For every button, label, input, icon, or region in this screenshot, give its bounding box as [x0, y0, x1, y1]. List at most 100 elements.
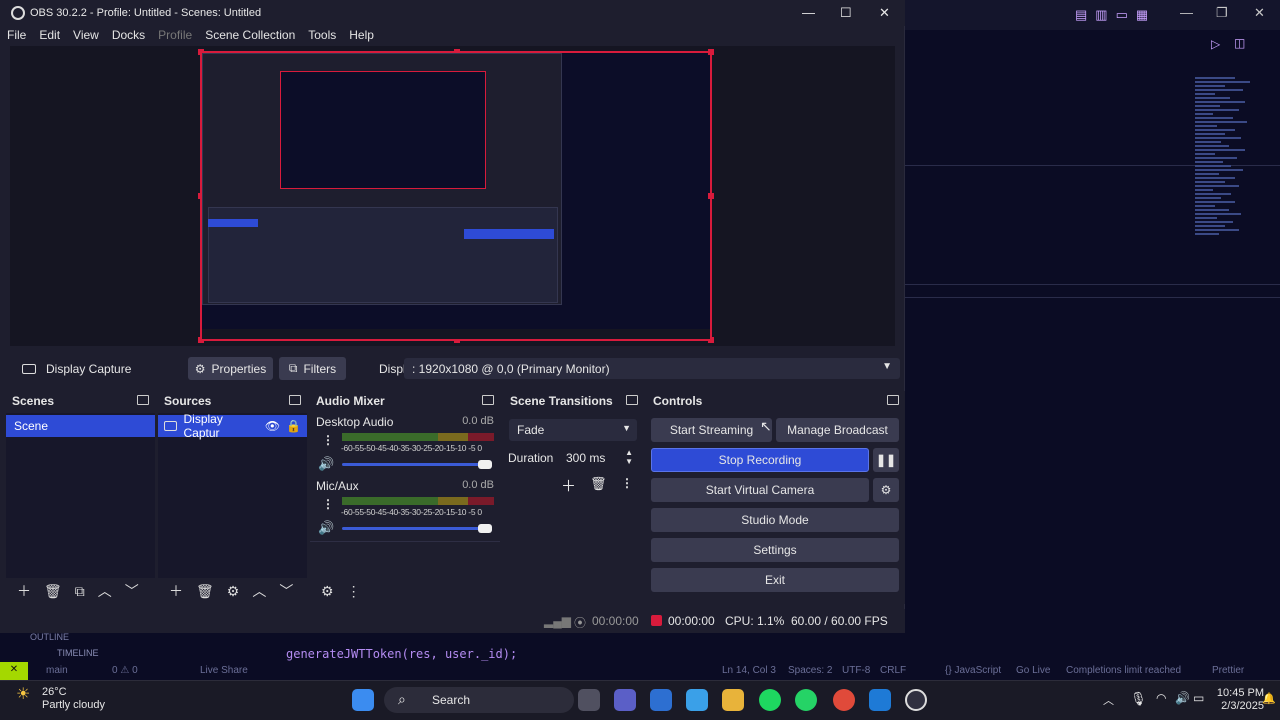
chevron-up-icon[interactable]: ︿ — [252, 581, 266, 601]
chrome-icon[interactable] — [833, 689, 855, 711]
minimize-icon[interactable]: — — [802, 5, 815, 20]
volume-knob[interactable] — [478, 460, 492, 469]
microphone-icon[interactable]: 🎙 — [1130, 691, 1147, 707]
gear-icon[interactable]: ⚙ — [873, 478, 899, 502]
stop-recording-button[interactable]: Stop Recording — [651, 448, 869, 472]
volume-knob[interactable] — [478, 524, 492, 533]
teams-icon[interactable] — [614, 689, 636, 711]
outline-section[interactable]: OUTLINE — [30, 632, 69, 642]
settings-button[interactable]: Settings — [651, 538, 899, 562]
layout-icon[interactable]: ▤ — [1075, 7, 1087, 23]
undock-icon[interactable] — [482, 395, 494, 405]
code-line[interactable]: generateJWTToken(res, user._id); — [286, 647, 517, 661]
cursor-position[interactable]: Ln 14, Col 3 — [722, 665, 776, 676]
undock-icon[interactable] — [289, 395, 301, 405]
add-icon[interactable]: ＋ — [561, 475, 576, 496]
exit-button[interactable]: Exit — [651, 568, 899, 592]
split-editor-icon[interactable]: ◫ — [1234, 36, 1245, 50]
panel-icon[interactable]: ▭ — [1116, 7, 1128, 23]
pause-icon[interactable]: ❚❚ — [873, 448, 899, 472]
menu-view[interactable]: View — [67, 26, 105, 44]
chevron-up-icon[interactable]: ︿ — [1103, 692, 1114, 708]
line-ending[interactable]: CRLF — [880, 665, 906, 676]
filter-icon[interactable]: ⧉ — [75, 583, 85, 600]
start-streaming-button[interactable]: Start Streaming — [651, 418, 772, 442]
branch-label[interactable]: main — [46, 665, 68, 676]
more-icon[interactable]: ⋮ — [322, 497, 334, 511]
notification-icon[interactable]: 🔔 — [1262, 692, 1276, 705]
maximize-icon[interactable]: ☐ — [840, 5, 852, 21]
stepper-icon[interactable]: ▲ ▼ — [625, 448, 633, 466]
trash-icon[interactable]: 🗑 — [44, 583, 62, 600]
editor-maximize-icon[interactable]: ❐ — [1216, 5, 1228, 21]
close-icon[interactable]: ✕ — [879, 5, 890, 21]
menu-profile[interactable]: Profile — [152, 26, 198, 44]
more-icon[interactable]: ⋮ — [347, 583, 361, 600]
duration-input[interactable]: 300 ms ▲ ▼ — [560, 447, 637, 469]
volume-slider[interactable] — [342, 463, 488, 466]
volume-slider[interactable] — [342, 527, 488, 530]
timeline-section[interactable]: TIMELINE — [57, 648, 99, 658]
sidebar-icon[interactable]: ▥ — [1095, 7, 1107, 23]
editor-minimize-icon[interactable]: — — [1180, 5, 1193, 20]
volume-icon[interactable]: 🔊 — [1175, 691, 1190, 705]
add-icon[interactable]: ＋ — [169, 581, 183, 601]
lock-icon[interactable]: 🔒 — [286, 419, 301, 433]
more-icon[interactable]: ⋮ — [621, 476, 633, 490]
copilot-icon[interactable] — [686, 689, 708, 711]
gear-icon[interactable]: ⚙ — [227, 583, 240, 600]
scene-item[interactable]: Scene — [6, 415, 155, 437]
search-box[interactable]: ⌕ Search — [384, 687, 574, 713]
task-view-icon[interactable] — [578, 689, 600, 711]
menu-help[interactable]: Help — [343, 26, 380, 44]
manage-broadcast-button[interactable]: Manage Broadcast — [776, 418, 899, 442]
completions-status[interactable]: Completions limit reached — [1066, 665, 1181, 676]
chevron-up-icon[interactable]: ︿ — [98, 581, 112, 601]
properties-button[interactable]: ⚙ Properties — [188, 357, 273, 380]
encoding[interactable]: UTF-8 — [842, 665, 870, 676]
studio-mode-button[interactable]: Studio Mode — [651, 508, 899, 532]
remote-icon[interactable]: ✕ — [0, 662, 28, 680]
language-mode[interactable]: {} JavaScript — [945, 665, 1001, 676]
weather-widget[interactable]: ☀ 26°C Partly cloudy — [14, 686, 105, 712]
trash-icon[interactable]: 🗑 — [196, 583, 214, 600]
start-icon[interactable] — [352, 689, 374, 711]
prettier-status[interactable]: Prettier — [1212, 665, 1244, 676]
obs-taskbar-icon[interactable] — [905, 689, 927, 711]
source-item[interactable]: Display Captur 👁 🔒 — [158, 412, 307, 440]
vscode-icon[interactable] — [869, 689, 891, 711]
eye-icon[interactable]: 👁 — [265, 419, 280, 433]
editor-layout-icons[interactable]: ▤ ▥ ▭ ▦ — [1075, 7, 1148, 23]
add-icon[interactable]: ＋ — [17, 581, 31, 601]
clock[interactable]: 10:45 PM 2/3/2025 — [1208, 687, 1264, 713]
advanced-audio-icon[interactable]: ⚙ — [321, 583, 334, 600]
undock-icon[interactable] — [626, 395, 638, 405]
menu-docks[interactable]: Docks — [106, 26, 151, 44]
menu-tools[interactable]: Tools — [302, 26, 342, 44]
trash-icon[interactable]: 🗑 — [590, 476, 607, 492]
whatsapp-icon[interactable] — [795, 689, 817, 711]
transition-select[interactable]: Fade ▼ — [509, 419, 637, 441]
chevron-down-icon[interactable]: ﹀ — [279, 581, 293, 601]
speaker-icon[interactable]: 🔊 — [318, 520, 334, 536]
menu-file[interactable]: File — [1, 26, 32, 44]
minimap[interactable] — [1195, 75, 1255, 345]
resize-handle[interactable] — [708, 193, 714, 199]
speaker-icon[interactable]: 🔊 — [318, 456, 334, 472]
wifi-icon[interactable]: ◠ — [1156, 691, 1166, 705]
indentation[interactable]: Spaces: 2 — [788, 665, 832, 676]
chevron-down-icon[interactable]: ﹀ — [125, 581, 139, 601]
filters-button[interactable]: ⧉ Filters — [279, 357, 346, 380]
split-icon[interactable]: ▦ — [1136, 7, 1148, 23]
spotify-icon[interactable] — [759, 689, 781, 711]
go-live[interactable]: Go Live — [1016, 665, 1050, 676]
problems-count[interactable]: 0 ⚠ 0 — [112, 665, 138, 676]
start-virtual-camera-button[interactable]: Start Virtual Camera — [651, 478, 869, 502]
menu-edit[interactable]: Edit — [33, 26, 66, 44]
run-icon[interactable]: ▷ — [1211, 37, 1220, 51]
battery-icon[interactable]: ▭ — [1193, 691, 1204, 705]
undock-icon[interactable] — [137, 395, 149, 405]
undock-icon[interactable] — [887, 395, 899, 405]
file-explorer-icon[interactable] — [722, 689, 744, 711]
display-select[interactable]: : 1920x1080 @ 0,0 (Primary Monitor) ▼ — [404, 358, 900, 379]
